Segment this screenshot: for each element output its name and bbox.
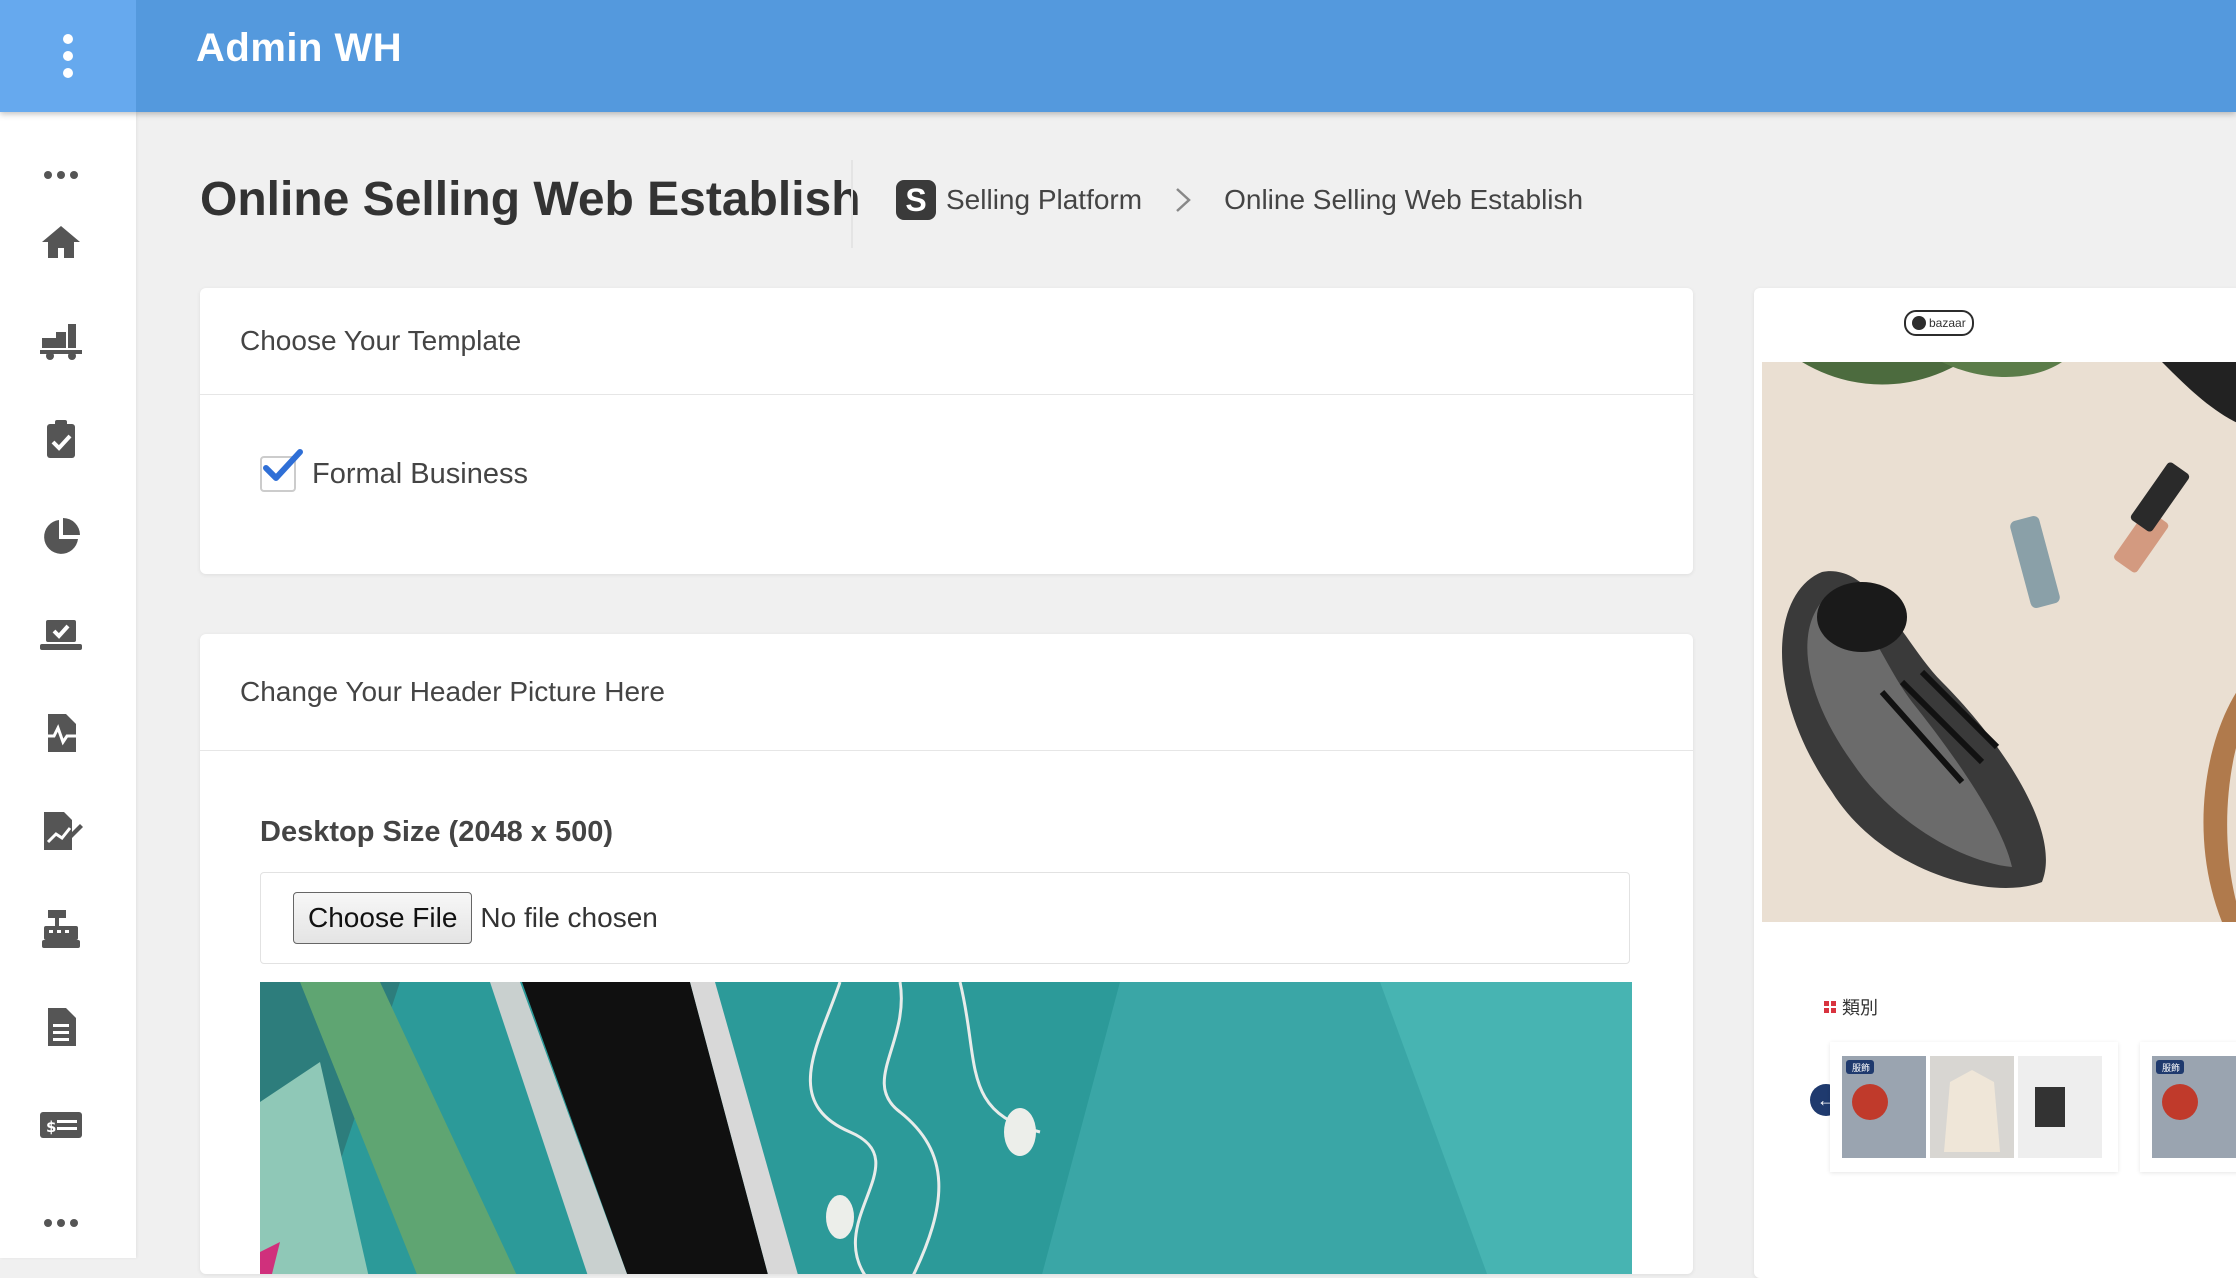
breadcrumb-item-current: Online Selling Web Establish xyxy=(1224,184,1584,215)
cash-register-icon[interactable] xyxy=(30,906,92,952)
breadcrumb: S Selling Platform Online Selling Web Es… xyxy=(896,178,1583,222)
template-checkbox[interactable] xyxy=(260,449,303,492)
file-status-text: No file chosen xyxy=(480,902,658,933)
divider xyxy=(851,160,853,248)
clipboard-check-icon[interactable] xyxy=(30,416,92,462)
delivery-truck-icon[interactable] xyxy=(30,318,92,364)
file-activity-icon[interactable] xyxy=(30,710,92,756)
template-option-label: Formal Business xyxy=(312,457,528,490)
template-preview: bazaar 類別 ← 服飾 服飾 xyxy=(1754,288,2236,1278)
checkmark-icon xyxy=(263,449,303,481)
logo-mark-icon xyxy=(1912,316,1926,330)
app-title: Admin WH xyxy=(196,26,403,70)
template-option-formal-business[interactable]: Formal Business xyxy=(260,449,528,492)
pie-chart-icon[interactable] xyxy=(30,514,92,560)
laptop-check-icon[interactable] xyxy=(30,612,92,658)
document-icon[interactable] xyxy=(30,1004,92,1050)
desktop-size-label: Desktop Size (2048 x 500) xyxy=(260,816,614,848)
svg-text:服飾: 服飾 xyxy=(1852,1062,1870,1074)
top-bar: Admin WH xyxy=(0,0,2236,112)
money-card-icon[interactable]: $ xyxy=(30,1102,92,1148)
breadcrumb-item-selling-platform[interactable]: Selling Platform xyxy=(946,184,1142,216)
preview-category-card: 服飾 xyxy=(2140,1042,2236,1172)
vertical-dots-icon xyxy=(63,34,73,44)
header-picture-preview xyxy=(260,982,1632,1274)
more-dots-icon[interactable] xyxy=(30,152,92,198)
svg-text:服飾: 服飾 xyxy=(2162,1062,2180,1074)
preview-category-card: 服飾 xyxy=(1830,1042,2118,1172)
svg-text:$: $ xyxy=(46,1118,56,1136)
preview-logo: bazaar xyxy=(1904,310,1974,336)
file-input[interactable]: Choose File No file chosen xyxy=(260,872,1630,964)
sidebar: $ xyxy=(0,112,136,1258)
template-card: Choose Your Template Formal Business xyxy=(200,288,1693,574)
home-icon[interactable] xyxy=(30,220,92,266)
page-title: Online Selling Web Establish xyxy=(200,173,861,226)
chevron-right-icon xyxy=(1172,185,1194,215)
preview-category-label: 類別 xyxy=(1824,994,1878,1020)
header-card-heading: Change Your Header Picture Here xyxy=(200,634,1693,751)
signature-chart-icon[interactable] xyxy=(30,808,92,854)
platform-logo-icon: S xyxy=(896,180,936,220)
menu-button[interactable] xyxy=(0,0,136,112)
more-dots-icon[interactable] xyxy=(30,1200,92,1246)
vertical-dots-icon xyxy=(63,51,73,61)
choose-file-button[interactable]: Choose File xyxy=(293,892,473,944)
category-grid-icon xyxy=(1824,1001,1836,1013)
preview-hero-image xyxy=(1762,362,2236,922)
header-picture-card: Change Your Header Picture Here Desktop … xyxy=(200,634,1693,1274)
vertical-dots-icon xyxy=(63,68,73,78)
template-card-heading: Choose Your Template xyxy=(200,288,1693,395)
